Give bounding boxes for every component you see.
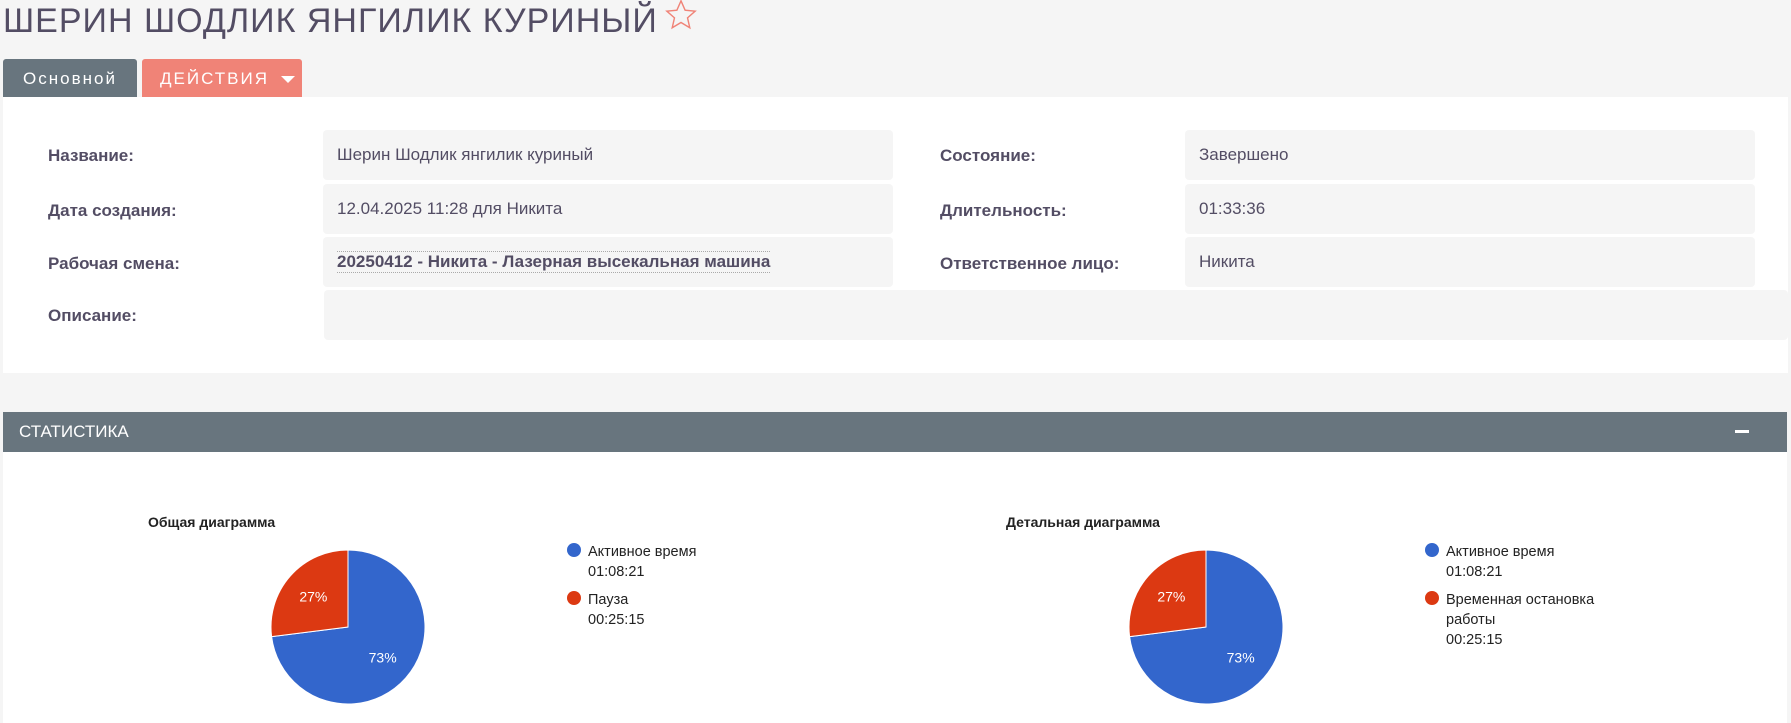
responsible-label: Ответственное лицо: [940,254,1120,273]
pie-chart-detailed: 73% 27% [1128,549,1284,705]
name-label: Название: [48,146,134,165]
actions-label: ДЕЙСТВИЯ [160,69,270,88]
legend-time: 01:08:21 [588,564,645,580]
created-value: 12.04.2025 11:28 для Никита [323,184,893,234]
pie-slice-label-0: 73% [1227,650,1255,666]
caret-down-icon [281,75,296,83]
chart-title-detailed: Детальная диаграмма [1006,514,1160,530]
created-value-text: 12.04.2025 11:28 для Никита [337,199,563,218]
legend-item: Временная остановка работы 00:25:15 [1425,590,1625,650]
legend-item: Активное время 01:08:21 [1425,542,1625,582]
responsible-value: Никита [1185,237,1755,287]
collapse-icon[interactable] [1735,430,1749,433]
duration-value: 01:33:36 [1185,184,1755,234]
pie-slice-label-1: 27% [299,588,327,604]
legend-item: Активное время 01:08:21 [567,542,696,582]
duration-label: Длительность: [940,201,1067,220]
detail-panel: Название: Шерин Шодлик янгилик куриный Д… [3,97,1788,373]
stats-panel-body: Общая диаграмма 73% 27% Активное время 01… [3,452,1787,723]
chart-title-overall: Общая диаграмма [148,514,276,530]
duration-value-text: 01:33:36 [1199,199,1266,218]
state-value: Завершено [1185,130,1755,180]
shift-label: Рабочая смена: [48,254,180,273]
legend-name: Пауза [588,592,629,608]
tab-main[interactable]: Основной [3,59,137,99]
description-label: Описание: [48,306,137,325]
legend-dot-active [1425,543,1439,557]
name-value-text: Шерин Шодлик янгилик куриный [337,145,594,164]
shift-link[interactable]: 20250412 - Никита - Лазерная высекальная… [337,251,771,273]
shift-value: 20250412 - Никита - Лазерная высекальная… [323,237,893,287]
legend-name: Временная остановка работы [1446,592,1595,628]
state-label: Состояние: [940,146,1036,165]
star-icon[interactable] [664,0,698,32]
legend-name: Активное время [1446,544,1555,560]
pie-chart-overall: 73% 27% [270,549,426,705]
page-title-text: ШЕРИН ШОДЛИК ЯНГИЛИК КУРИНЫЙ [3,2,658,40]
legend-dot-pause [567,591,581,605]
legend-item: Пауза 00:25:15 [567,590,696,630]
stats-header-title: СТАТИСТИКА [19,422,129,441]
responsible-value-text: Никита [1199,252,1255,271]
description-value [324,290,1788,340]
legend-time: 01:08:21 [1446,564,1503,580]
page-title: ШЕРИН ШОДЛИК ЯНГИЛИК КУРИНЫЙ [3,0,698,41]
tab-main-label: Основной [23,69,117,88]
stats-panel-header[interactable]: СТАТИСТИКА [3,412,1787,452]
legend-dot-stop [1425,591,1439,605]
pie-slice-label-1: 27% [1157,588,1185,604]
legend-name: Активное время [588,544,697,560]
legend-overall: Активное время 01:08:21 Пауза 00:25:15 [567,542,696,638]
name-value: Шерин Шодлик янгилик куриный [323,130,893,180]
created-label: Дата создания: [48,201,177,220]
pie-slice-label-0: 73% [369,650,397,666]
legend-dot-active [567,543,581,557]
actions-dropdown-button[interactable]: ДЕЙСТВИЯ [142,59,302,99]
tab-bar: Основной ДЕЙСТВИЯ [3,59,302,99]
state-value-text: Завершено [1199,145,1289,164]
legend-time: 00:25:15 [588,612,645,628]
legend-detailed: Активное время 01:08:21 Временная остано… [1425,542,1625,658]
legend-time: 00:25:15 [1446,632,1503,648]
